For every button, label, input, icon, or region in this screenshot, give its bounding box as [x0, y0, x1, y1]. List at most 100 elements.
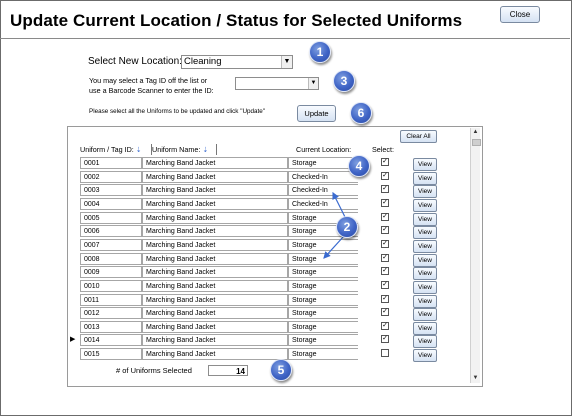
- cell-tag-id[interactable]: 0010: [80, 279, 142, 292]
- cell-tag-id[interactable]: 0013: [80, 320, 142, 333]
- sort-arrow-icon[interactable]: ⇣: [202, 147, 208, 154]
- cell-tag-id[interactable]: 0015: [80, 348, 142, 361]
- table-row[interactable]: 0008 Marching Band Jacket Storage ✓ View: [70, 252, 440, 267]
- table-row[interactable]: 0013 Marching Band Jacket Storage ✓ View: [70, 320, 440, 335]
- record-selector[interactable]: [70, 280, 78, 292]
- cell-uniform-name[interactable]: Marching Band Jacket: [142, 320, 288, 333]
- record-selector[interactable]: [70, 266, 78, 278]
- table-row[interactable]: 0012 Marching Band Jacket Storage ✓ View: [70, 307, 440, 322]
- record-selector[interactable]: [70, 212, 78, 224]
- cell-uniform-name[interactable]: Marching Band Jacket: [142, 211, 288, 224]
- cell-current-location[interactable]: Storage: [288, 293, 358, 306]
- record-selector[interactable]: [70, 171, 78, 183]
- cell-current-location[interactable]: Storage: [288, 252, 358, 265]
- cell-uniform-name[interactable]: Marching Band Jacket: [142, 184, 288, 197]
- cell-tag-id[interactable]: 0004: [80, 197, 142, 210]
- cell-current-location[interactable]: Storage: [288, 320, 358, 333]
- cell-uniform-name[interactable]: Marching Band Jacket: [142, 170, 288, 183]
- view-button[interactable]: View: [413, 198, 437, 212]
- view-button[interactable]: View: [413, 212, 437, 226]
- select-checkbox[interactable]: [381, 349, 389, 358]
- close-button[interactable]: Close: [500, 6, 540, 23]
- table-row[interactable]: 0015 Marching Band Jacket Storage View: [70, 348, 440, 363]
- view-button[interactable]: View: [413, 158, 437, 171]
- table-row[interactable]: 0007 Marching Band Jacket Storage ✓ View: [70, 238, 440, 253]
- record-selector[interactable]: [70, 157, 78, 169]
- record-selector[interactable]: [70, 348, 78, 360]
- scroll-down-icon[interactable]: ▼: [471, 374, 480, 383]
- table-row[interactable]: 0003 Marching Band Jacket Checked-In ✓ View: [70, 184, 440, 199]
- cell-uniform-name[interactable]: Marching Band Jacket: [142, 348, 288, 361]
- update-button[interactable]: Update: [297, 105, 336, 122]
- cell-current-location[interactable]: Storage: [288, 279, 358, 292]
- view-button[interactable]: View: [413, 226, 437, 240]
- select-checkbox[interactable]: ✓: [381, 335, 389, 344]
- cell-tag-id[interactable]: 0001: [80, 157, 142, 169]
- table-row[interactable]: 0002 Marching Band Jacket Checked-In ✓ View: [70, 170, 440, 185]
- table-row[interactable]: 0005 Marching Band Jacket Storage ✓ View: [70, 211, 440, 226]
- scroll-up-icon[interactable]: ▲: [471, 128, 480, 137]
- record-selector[interactable]: [70, 253, 78, 265]
- cell-uniform-name[interactable]: Marching Band Jacket: [142, 279, 288, 292]
- cell-tag-id[interactable]: 0006: [80, 225, 142, 238]
- view-button[interactable]: View: [413, 321, 437, 335]
- table-row[interactable]: 0001 Marching Band Jacket Storage ✓ View: [70, 157, 440, 171]
- view-button[interactable]: View: [413, 253, 437, 267]
- cell-uniform-name[interactable]: Marching Band Jacket: [142, 334, 288, 347]
- select-checkbox[interactable]: ✓: [381, 239, 389, 248]
- location-select[interactable]: Cleaning ▼: [181, 55, 293, 69]
- record-selector[interactable]: ▶: [70, 334, 78, 346]
- table-row[interactable]: 0010 Marching Band Jacket Storage ✓ View: [70, 279, 440, 294]
- select-checkbox[interactable]: ✓: [381, 185, 389, 194]
- select-checkbox[interactable]: ✓: [381, 158, 389, 166]
- cell-tag-id[interactable]: 0008: [80, 252, 142, 265]
- record-selector[interactable]: [70, 307, 78, 319]
- cell-tag-id[interactable]: 0012: [80, 307, 142, 320]
- view-button[interactable]: View: [413, 308, 437, 322]
- select-checkbox[interactable]: ✓: [381, 294, 389, 303]
- clear-all-button[interactable]: Clear All: [400, 130, 437, 143]
- cell-uniform-name[interactable]: Marching Band Jacket: [142, 252, 288, 265]
- select-checkbox[interactable]: ✓: [381, 212, 389, 221]
- cell-tag-id[interactable]: 0014: [80, 334, 142, 347]
- column-header-name[interactable]: Uniform Name: ⇣: [152, 145, 208, 154]
- view-button[interactable]: View: [413, 335, 437, 349]
- view-button[interactable]: View: [413, 280, 437, 294]
- view-button[interactable]: View: [413, 239, 437, 253]
- cell-current-location[interactable]: Storage: [288, 307, 358, 320]
- view-button[interactable]: View: [413, 349, 437, 363]
- record-selector[interactable]: [70, 198, 78, 210]
- scroll-thumb[interactable]: [472, 139, 481, 146]
- record-selector[interactable]: [70, 184, 78, 196]
- select-checkbox[interactable]: ✓: [381, 171, 389, 180]
- cell-tag-id[interactable]: 0002: [80, 170, 142, 183]
- cell-current-location[interactable]: Storage: [288, 348, 358, 361]
- record-selector[interactable]: [70, 294, 78, 306]
- chevron-down-icon[interactable]: ▼: [308, 78, 318, 89]
- cell-current-location[interactable]: Storage: [288, 266, 358, 279]
- cell-tag-id[interactable]: 0009: [80, 266, 142, 279]
- cell-current-location[interactable]: Checked-In: [288, 170, 358, 183]
- tag-id-combo[interactable]: ▼: [235, 77, 319, 90]
- vertical-scrollbar[interactable]: ▲ ▼: [470, 128, 481, 383]
- view-button[interactable]: View: [413, 171, 437, 185]
- select-checkbox[interactable]: ✓: [381, 280, 389, 289]
- select-checkbox[interactable]: ✓: [381, 321, 389, 330]
- cell-uniform-name[interactable]: Marching Band Jacket: [142, 225, 288, 238]
- select-checkbox[interactable]: ✓: [381, 226, 389, 235]
- select-checkbox[interactable]: ✓: [381, 198, 389, 207]
- cell-current-location[interactable]: Checked-In: [288, 197, 358, 210]
- table-row[interactable]: 0006 Marching Band Jacket Storage ✓ View: [70, 225, 440, 240]
- table-row[interactable]: 0011 Marching Band Jacket Storage ✓ View: [70, 293, 440, 308]
- table-row[interactable]: 0004 Marching Band Jacket Checked-In ✓ View: [70, 197, 440, 212]
- view-button[interactable]: View: [413, 185, 437, 199]
- cell-uniform-name[interactable]: Marching Band Jacket: [142, 157, 288, 169]
- cell-tag-id[interactable]: 0011: [80, 293, 142, 306]
- cell-uniform-name[interactable]: Marching Band Jacket: [142, 307, 288, 320]
- chevron-down-icon[interactable]: ▼: [281, 56, 292, 68]
- table-row[interactable]: 0009 Marching Band Jacket Storage ✓ View: [70, 266, 440, 281]
- cell-tag-id[interactable]: 0007: [80, 238, 142, 251]
- cell-tag-id[interactable]: 0005: [80, 211, 142, 224]
- table-row[interactable]: ▶ 0014 Marching Band Jacket Storage ✓ View: [70, 334, 440, 349]
- select-checkbox[interactable]: ✓: [381, 267, 389, 276]
